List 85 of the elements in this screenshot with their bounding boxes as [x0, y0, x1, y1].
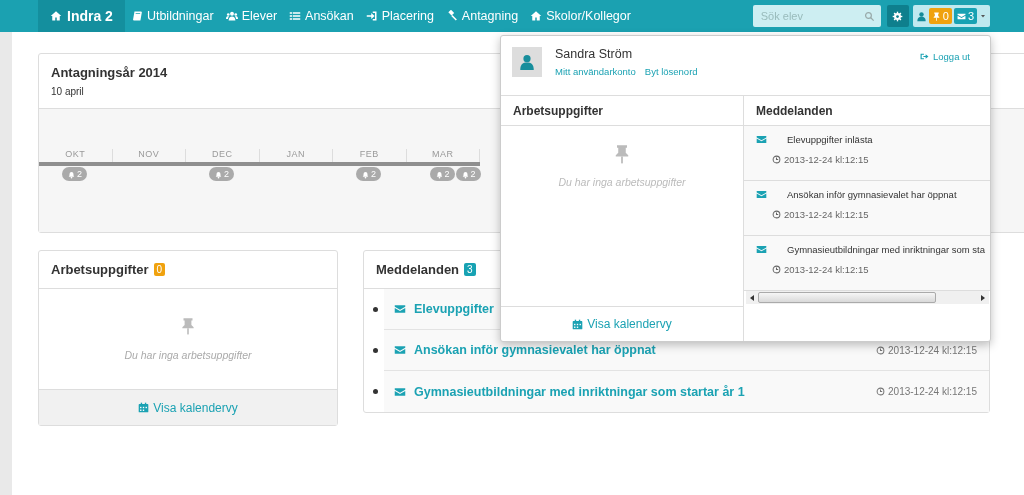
month-label: DEC	[186, 149, 260, 162]
message-title[interactable]: Ansökan inför gymnasievalet har öppnat	[787, 189, 957, 200]
nav-link[interactable]: Utbildningar	[124, 0, 220, 32]
envelope-icon	[756, 134, 767, 145]
logout-link[interactable]: Logga ut	[920, 51, 970, 62]
user-menu-button[interactable]: 0 3	[912, 5, 990, 27]
bell-icon	[460, 169, 470, 179]
home-icon	[50, 10, 62, 22]
nav-link[interactable]: Placering	[359, 0, 440, 32]
pin-icon	[931, 11, 941, 21]
signin-icon	[365, 10, 378, 22]
month-label: JAN	[259, 149, 333, 162]
empty-message: Du har inga arbetsuppgifter	[558, 176, 686, 188]
bell-icon	[214, 169, 223, 179]
tasks-count: 0	[153, 263, 166, 276]
event-marker[interactable]: 2	[62, 167, 87, 181]
user-name: Sandra Ström	[555, 47, 634, 61]
bullet-icon	[373, 348, 378, 353]
gavel-icon	[445, 10, 458, 22]
users-icon	[225, 10, 238, 22]
message-time: 2013-12-24 kl:12:15	[772, 154, 990, 165]
month-label: MAR	[406, 149, 480, 162]
month-label: FEB	[333, 149, 407, 162]
bell-icon	[434, 169, 444, 179]
nav-link[interactable]: Elever	[219, 0, 284, 32]
bell-icon	[361, 169, 370, 179]
clock-icon	[876, 345, 886, 355]
logout-icon	[920, 52, 929, 61]
envelope-icon	[394, 303, 406, 315]
month-label: OKT	[39, 149, 113, 162]
clock-icon	[772, 210, 781, 219]
book-icon	[130, 10, 143, 22]
user-icon	[915, 10, 927, 22]
horizontal-scrollbar[interactable]	[746, 291, 989, 304]
clock-icon	[772, 155, 781, 164]
scroll-right-icon[interactable]	[981, 294, 985, 301]
list-icon	[289, 10, 302, 22]
message-title[interactable]: Gymnasieutbildningar med inriktningar som sta	[787, 244, 985, 255]
event-marker[interactable]: 2	[429, 167, 455, 181]
event-marker[interactable]: 2	[209, 167, 234, 181]
message-time: 2013-12-24 kl:12:15	[772, 209, 990, 220]
message-link[interactable]: Gymnasieutbildningar med inriktningar som startar år 1	[414, 384, 745, 399]
nav-link[interactable]: Skolor/Kollegor	[524, 0, 637, 32]
messages-title: Meddelanden	[376, 262, 460, 277]
account-link[interactable]: Mitt användarkonto	[555, 66, 636, 77]
timeline-date: 10 april	[51, 86, 85, 97]
clock-icon	[772, 265, 781, 274]
event-marker[interactable]: 2	[356, 167, 381, 181]
calendar-link[interactable]: Visa kalendervy	[39, 389, 337, 425]
messages-count: 3	[464, 263, 476, 276]
settings-icon	[892, 10, 904, 22]
tasks-title: Arbetsuppgifter	[51, 262, 149, 277]
message-link[interactable]: Ansökan inför gymnasievalet har öppnat	[414, 343, 656, 357]
event-marker[interactable]: 2	[455, 167, 481, 181]
timeline-title: Antagningsår 2014	[51, 65, 168, 80]
envelope-icon	[956, 11, 966, 21]
message-link[interactable]: Elevuppgifter	[414, 302, 494, 316]
clock-icon	[876, 387, 886, 396]
user-silhouette-icon	[518, 53, 536, 71]
nav-link[interactable]: Antagning	[439, 0, 525, 32]
bullet-icon	[373, 307, 378, 312]
message-time: 2013-12-24 kl:12:15	[876, 344, 977, 356]
settings-button[interactable]	[886, 5, 909, 27]
calendar-link[interactable]: Visa kalendervy	[501, 306, 743, 341]
calendar-icon	[138, 402, 150, 413]
brand-link[interactable]: Indra 2	[38, 0, 125, 32]
home-icon	[530, 10, 543, 22]
account-link[interactable]: Byt lösenord	[644, 66, 698, 77]
envelope-icon	[394, 385, 406, 398]
message-time: 2013-12-24 kl:12:15	[772, 264, 990, 275]
envelope-icon	[394, 344, 406, 356]
month-label: NOV	[112, 149, 186, 162]
nav-link[interactable]: Ansökan	[283, 0, 360, 32]
scroll-left-icon[interactable]	[750, 294, 754, 301]
empty-message: Du har inga arbetsuppgifter	[124, 349, 252, 361]
calendar-icon	[572, 318, 584, 330]
envelope-icon	[756, 244, 767, 255]
bullet-icon	[373, 389, 378, 394]
message-title[interactable]: Elevuppgifter inlästa	[787, 134, 873, 145]
caret-icon	[979, 12, 987, 20]
tasks-heading: Arbetsuppgifter	[501, 96, 743, 126]
pin-icon	[179, 317, 197, 335]
message-time: 2013-12-24 kl:12:15	[876, 386, 977, 397]
bell-icon	[67, 169, 76, 179]
envelope-icon	[756, 189, 767, 200]
